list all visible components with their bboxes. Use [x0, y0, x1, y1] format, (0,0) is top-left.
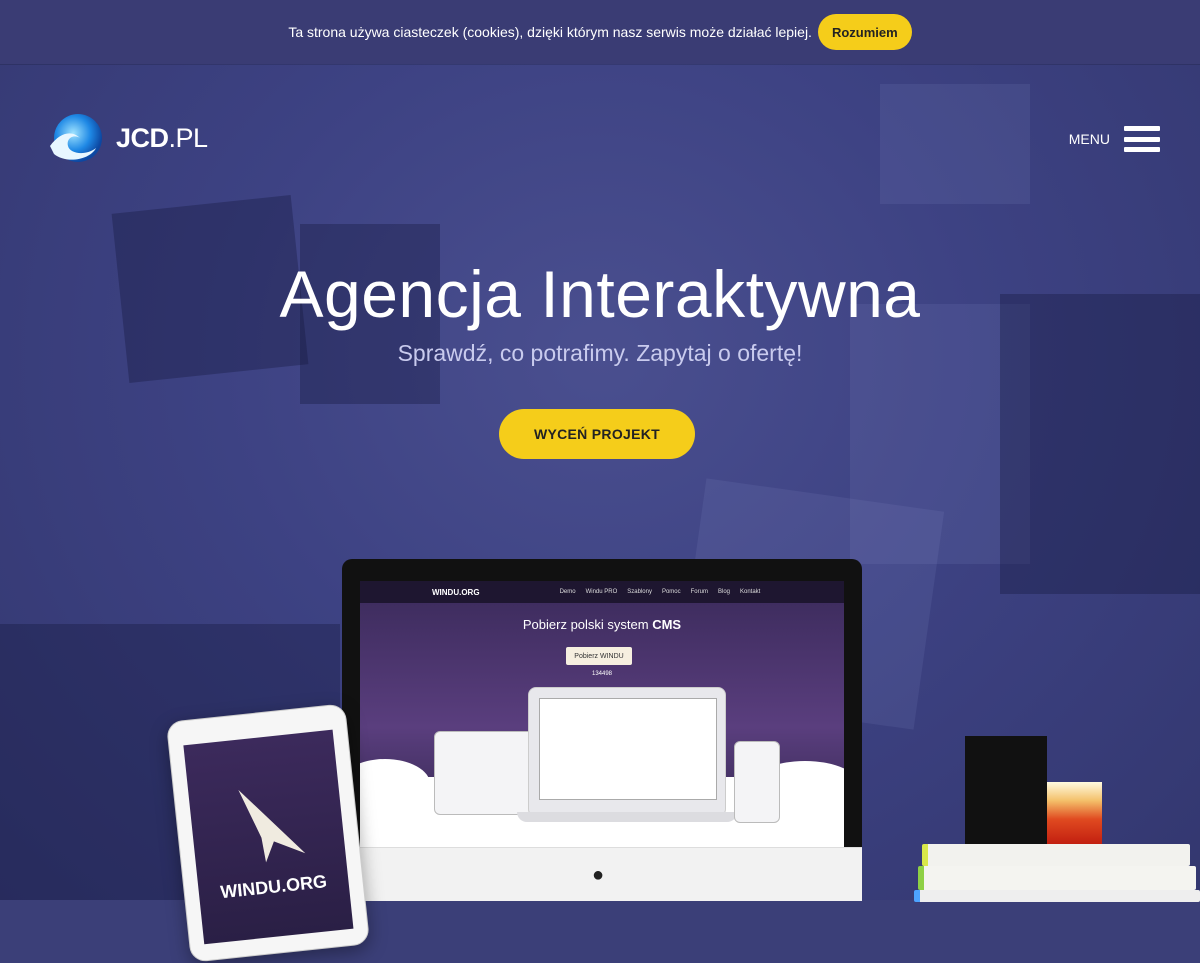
decor-black-box	[965, 736, 1047, 844]
cookie-message: Ta strona używa ciasteczek (cookies), dz…	[288, 24, 812, 40]
decor-book	[914, 890, 1200, 902]
decor-book	[922, 844, 1190, 866]
mockup-laptop	[517, 687, 737, 822]
mockup-phone-right	[734, 741, 780, 823]
imac-chin: ●	[342, 847, 862, 901]
mockup-menu-item: Pomoc	[661, 589, 681, 595]
mockup-menu-item: Kontakt	[740, 589, 761, 595]
hero-subtitle: Sprawdź, co potrafimy. Zapytaj o ofertę!	[397, 340, 803, 366]
mockup-download-count: 134498	[591, 671, 613, 677]
ipad-mockup: WINDU.ORG	[165, 703, 371, 963]
decor-book	[918, 866, 1196, 890]
mockup-site-menu: Demo Windu PRO Szablony Pomoc Forum Blog…	[560, 589, 761, 595]
mockup-download-button: Pobierz WINDU	[566, 647, 632, 665]
mockup-menu-item: Blog	[717, 589, 730, 595]
accept-cookies-button[interactable]: Rozumiem	[817, 14, 912, 50]
mockup-menu-item: Windu PRO	[585, 589, 618, 595]
mockup-menu-item: Szablony	[627, 589, 652, 595]
ipad-screen: WINDU.ORG	[183, 729, 354, 945]
mockup-tablet-left	[434, 731, 536, 815]
quote-project-button[interactable]: WYCEŃ PROJEKT	[499, 409, 695, 459]
logo-wordmark: JCD.PL	[116, 122, 208, 153]
hamburger-icon	[1124, 126, 1160, 152]
imac-mockup: WINDU.ORG Demo Windu PRO Szablony Pomoc …	[342, 559, 862, 901]
menu-toggle[interactable]: MENU	[1069, 126, 1160, 152]
mockup-menu-item: Demo	[559, 589, 576, 595]
paper-plane-icon	[238, 789, 306, 863]
mockup-site-nav: WINDU.ORG Demo Windu PRO Szablony Pomoc …	[360, 581, 844, 603]
cookie-bar: Ta strona używa ciasteczek (cookies), dz…	[0, 0, 1200, 64]
mockup-site-logo: WINDU.ORG	[432, 587, 480, 597]
hero-title: Agencja Interaktywna	[279, 257, 921, 331]
wave-logo-icon	[50, 114, 102, 162]
imac-screen: WINDU.ORG Demo Windu PRO Szablony Pomoc …	[360, 581, 844, 847]
mockup-menu-item: Forum	[690, 589, 708, 595]
menu-label: MENU	[1068, 131, 1110, 147]
apple-logo-icon: ●	[592, 864, 605, 886]
decor-color-block	[1047, 782, 1102, 844]
mockup-heading: Pobierz polski system CMS	[522, 617, 682, 632]
site-logo[interactable]: JCD.PL	[46, 112, 208, 164]
